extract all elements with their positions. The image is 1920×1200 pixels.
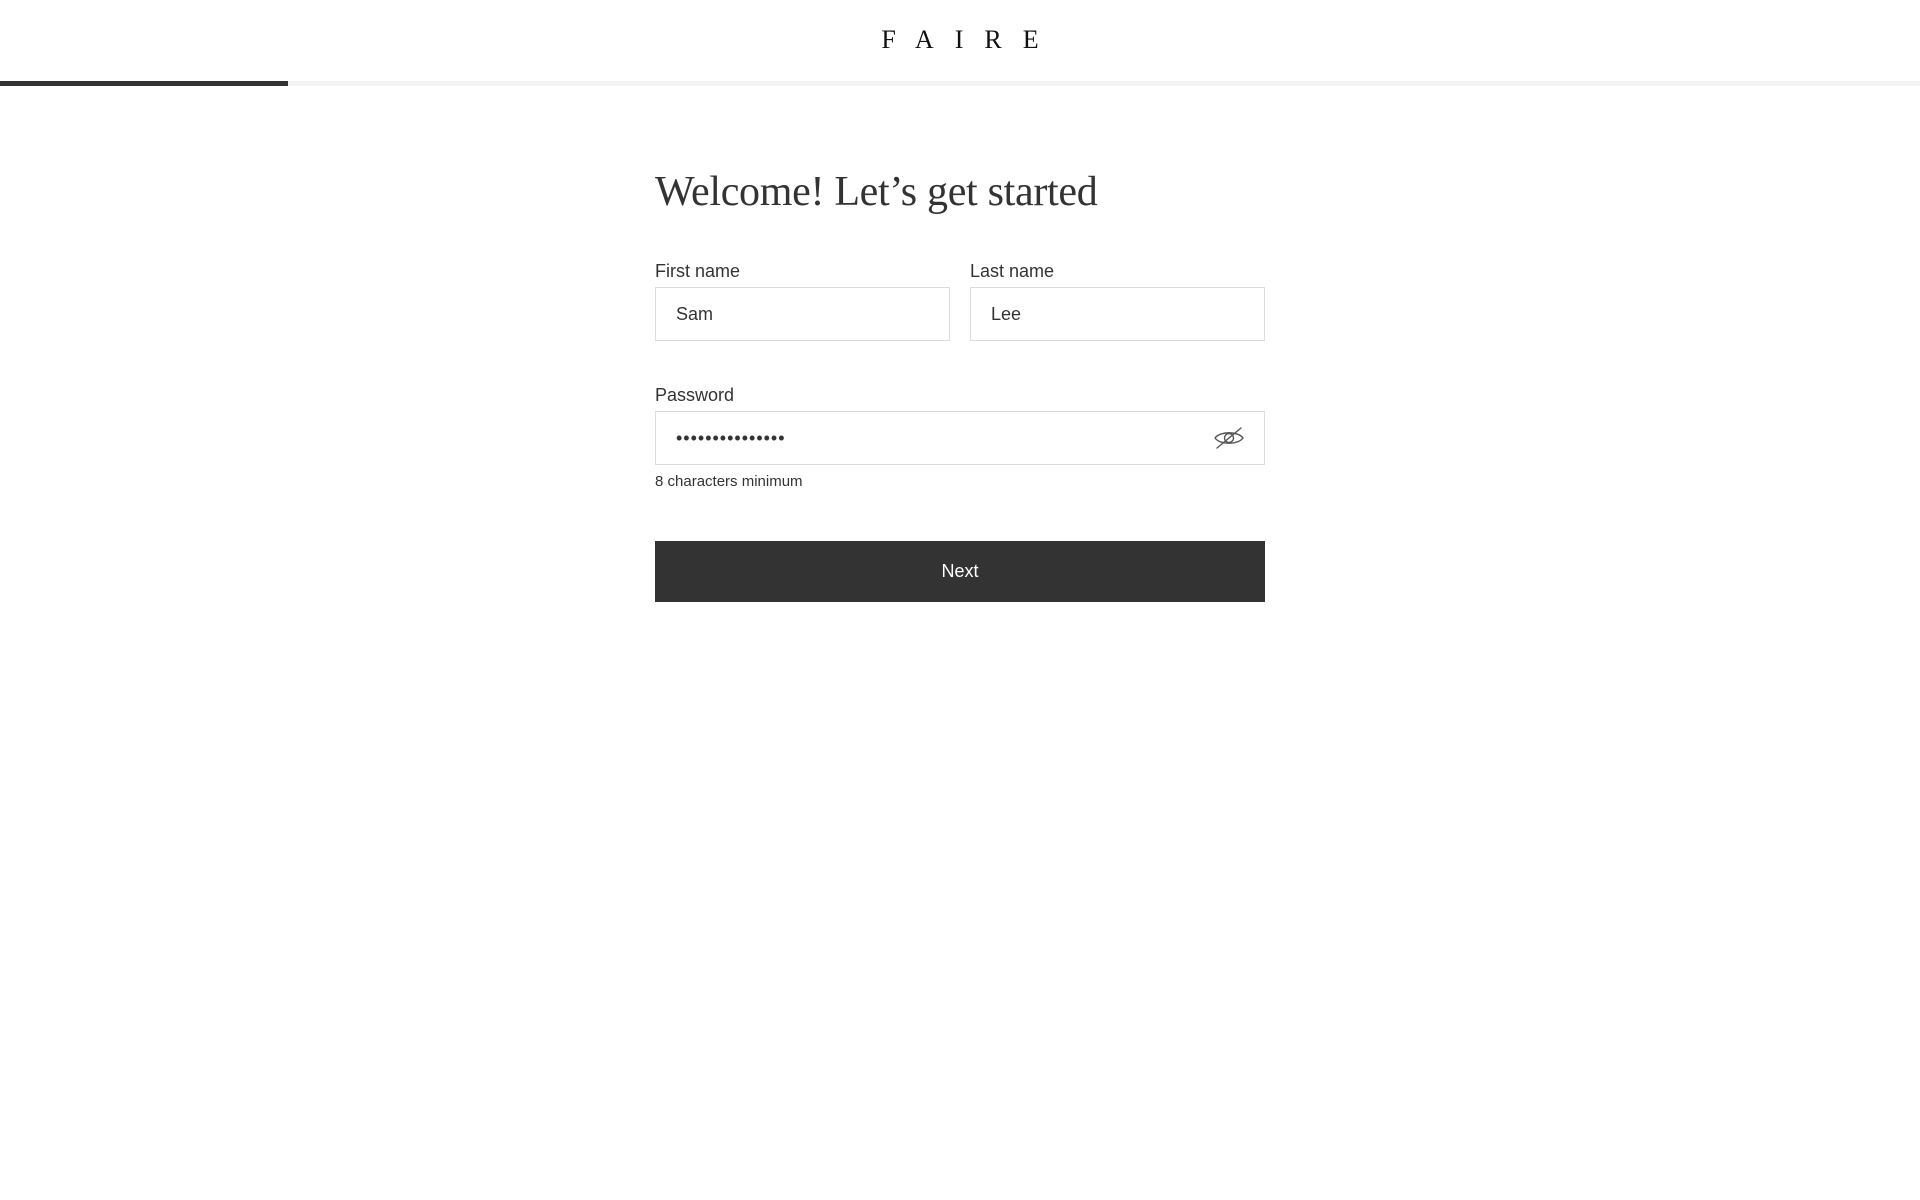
name-row: First name Last name (655, 260, 1265, 342)
last-name-label: Last name (970, 261, 1055, 281)
password-field[interactable] (655, 411, 1265, 465)
eye-slash-icon[interactable] (1213, 425, 1245, 451)
password-box (655, 411, 1265, 465)
first-name-label: First name (655, 261, 741, 281)
top-header: FAIRE (0, 0, 1920, 86)
last-name-group: Last name (970, 260, 1265, 341)
password-label: Password (655, 385, 735, 405)
faire-logo[interactable]: FAIRE (0, 24, 1920, 56)
password-hint: 8 characters minimum (655, 473, 803, 490)
next-button[interactable]: Next (655, 541, 1265, 602)
first-name-field[interactable] (655, 287, 950, 341)
first-name-group: First name (655, 260, 950, 341)
progress-fill (0, 81, 288, 86)
progress-track (0, 81, 1920, 86)
last-name-field[interactable] (970, 287, 1265, 341)
signup-form: Welcome! Let’s get started First name La… (655, 160, 1265, 602)
page-title: Welcome! Let’s get started (655, 169, 1098, 215)
password-group: Password 8 characters minimum (655, 384, 1265, 491)
